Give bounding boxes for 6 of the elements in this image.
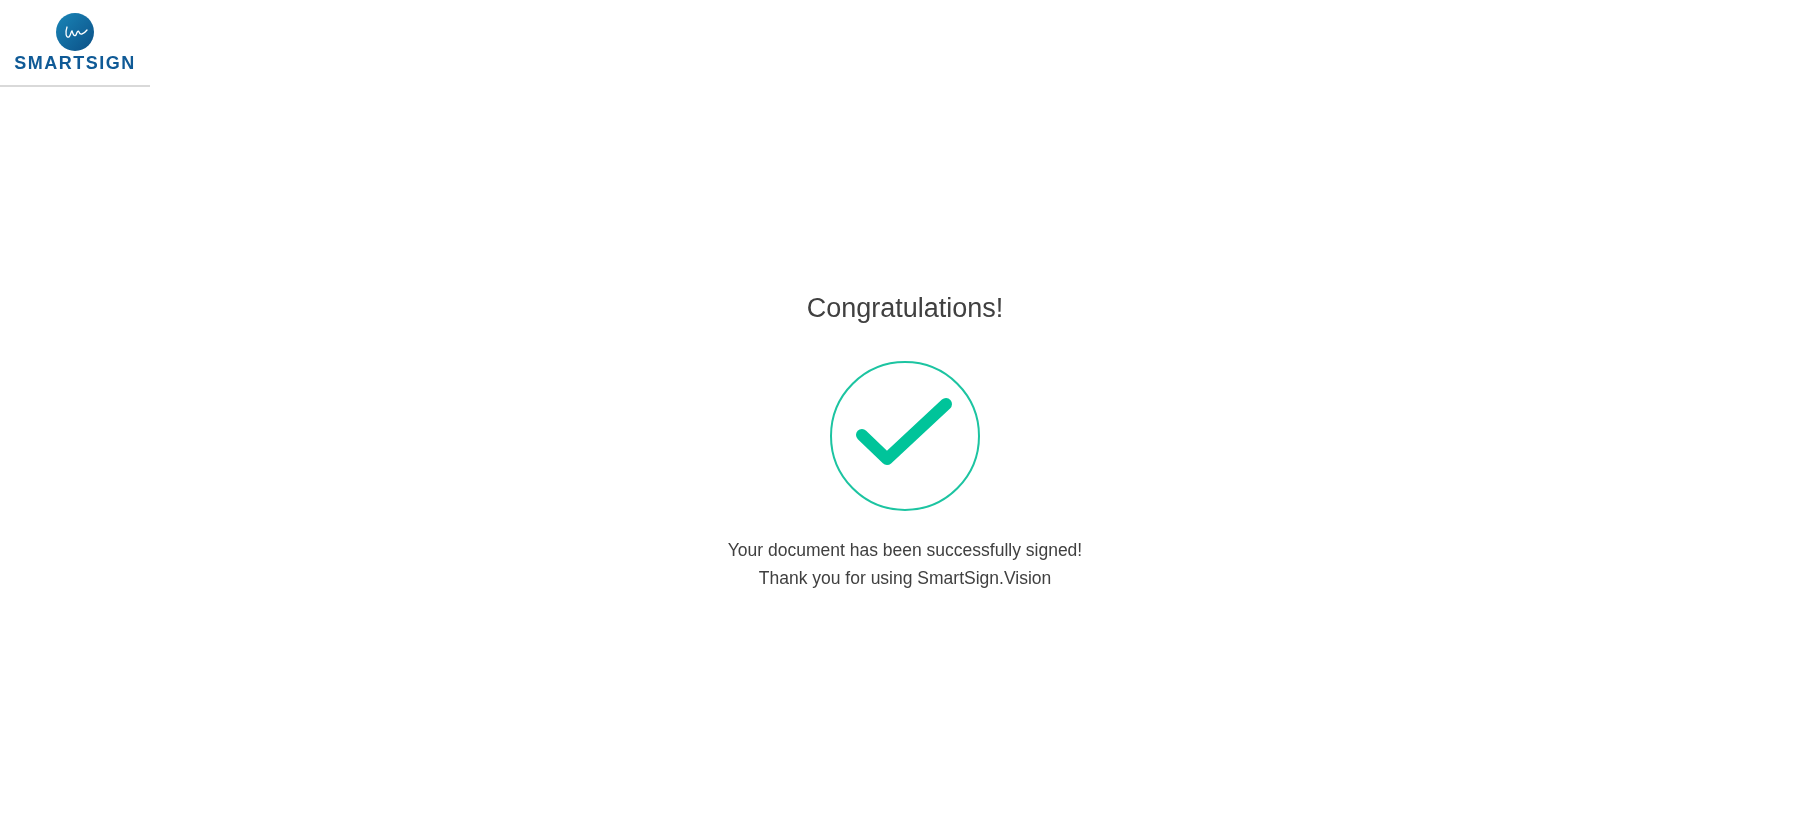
message-line: Thank you for using SmartSign.Vision <box>758 566 1052 590</box>
logo-text: SMARTSIGN <box>14 54 136 72</box>
check-circle-icon <box>829 359 981 512</box>
title: Congratulations! <box>806 292 1004 325</box>
message-line: Your document has been successfully signed! <box>727 538 1083 562</box>
logo-icon <box>56 13 94 51</box>
